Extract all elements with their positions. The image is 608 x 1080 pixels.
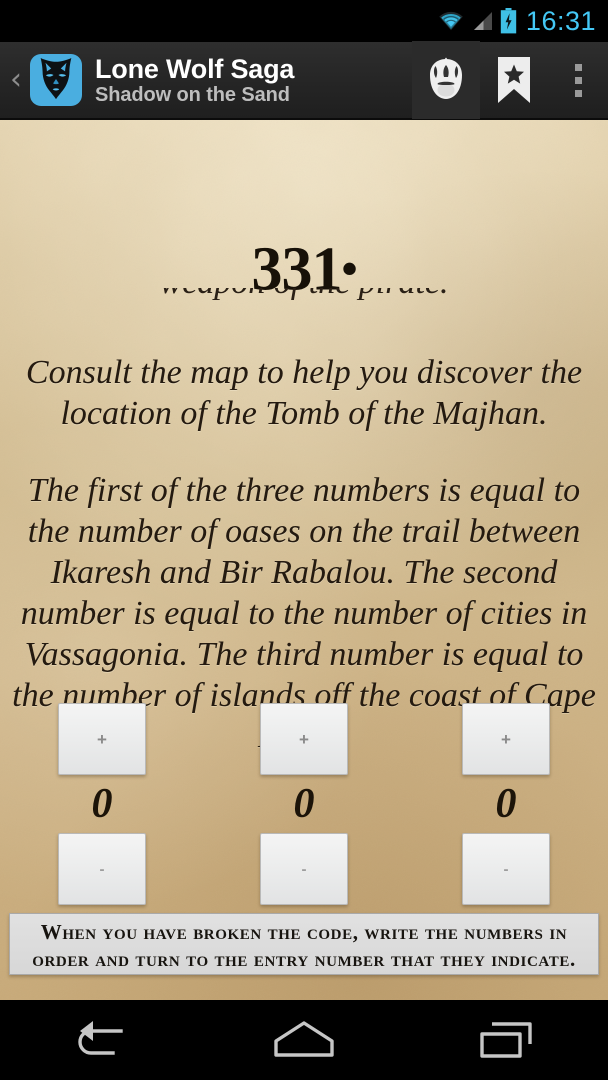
stepper-1-increment-button[interactable]: + (58, 703, 146, 775)
status-bar-clock: 16:31 (525, 5, 596, 36)
stepper-2-decrement-button[interactable]: - (260, 833, 348, 905)
back-chevron-icon[interactable]: ‹ (4, 65, 28, 95)
clipped-previous-line: weapon of the pirate. (0, 288, 608, 314)
stepper-3: + 0 - (426, 703, 586, 905)
signal-icon (473, 12, 492, 30)
stepper-2-value: 0 (293, 781, 315, 827)
recents-nav-icon[interactable] (437, 1000, 577, 1080)
action-bar: ‹ Lone Wolf Saga Shadow on the Sand (0, 41, 608, 120)
stepper-3-value: 0 (495, 781, 517, 827)
stepper-3-increment-button[interactable]: + (462, 703, 550, 775)
character-mask-icon[interactable] (412, 41, 480, 119)
instruction-text: When you have broken the code, write the… (32, 919, 576, 971)
status-bar: 16:31 (0, 0, 608, 42)
overflow-menu-icon[interactable] (548, 41, 608, 119)
action-bar-actions (412, 41, 608, 119)
android-navigation-bar (0, 1000, 608, 1080)
stepper-3-decrement-button[interactable]: - (462, 833, 550, 905)
stepper-1-decrement-button[interactable]: - (58, 833, 146, 905)
story-page: 331• weapon of the pirate. Consult the m… (0, 120, 608, 1000)
wifi-icon (439, 11, 463, 31)
app-subtitle: Shadow on the Sand (95, 83, 290, 106)
status-bar-icons (438, 8, 517, 34)
home-nav-icon[interactable] (234, 1000, 374, 1080)
titlebar-titles: Lone Wolf Saga Shadow on the Sand (95, 54, 294, 107)
section-number-bullet: • (341, 243, 357, 294)
story-paragraph-1: Consult the map to help you discover the… (25, 354, 583, 432)
battery-charging-icon (500, 8, 517, 34)
bookmark-star-icon[interactable] (480, 41, 548, 119)
stepper-2: + 0 - (224, 703, 384, 905)
code-steppers: + 0 - + 0 - + 0 - (0, 703, 608, 933)
stepper-1: + 0 - (22, 703, 182, 905)
stepper-2-increment-button[interactable]: + (260, 703, 348, 775)
app-title: Lone Wolf Saga (95, 53, 295, 84)
back-nav-icon[interactable] (31, 1000, 171, 1080)
instruction-box: When you have broken the code, write the… (9, 913, 599, 975)
wolf-head-icon[interactable] (30, 54, 82, 106)
story-body-text: Consult the map to help you discover the… (8, 352, 600, 757)
stepper-1-value: 0 (91, 781, 113, 827)
device-screen: 16:31 ‹ Lone Wolf Saga Shadow on the San… (0, 0, 608, 1080)
